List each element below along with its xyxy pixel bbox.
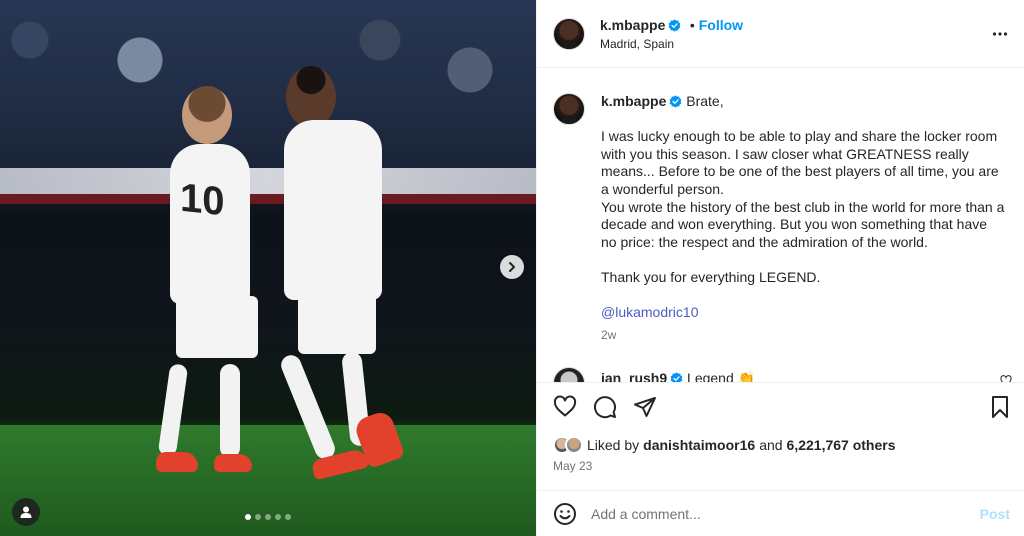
post-actions-bar: Liked by danishtaimoor16 and 6,221,767 o… [537,382,1024,490]
comment-text: Legend 👏 [687,370,756,382]
post-date[interactable]: May 23 [553,459,592,473]
post-location[interactable]: Madrid, Spain [600,37,674,51]
carousel-dot [285,514,291,520]
caption-mention-link[interactable]: @lukamodric10 [601,304,1006,322]
verified-badge-icon [670,95,682,108]
caption-username[interactable]: k.mbappe [601,93,666,109]
player-right [268,62,408,482]
header-separator: • [689,17,695,33]
tagged-users-button[interactable] [12,498,40,526]
more-horizontal-icon [992,32,1008,36]
caption-author-avatar[interactable] [553,93,585,125]
caption-line: Thank you for everything LEGEND. [601,268,821,285]
shirt-number: 10 [180,175,225,225]
player-right-shirt [284,120,382,300]
save-bookmark-icon[interactable] [989,395,1011,419]
liker-avatar[interactable] [565,436,583,454]
player-left-shorts [176,296,258,358]
player-left-shirt [170,144,250,304]
post-media[interactable]: 10 [0,0,536,536]
like-heart-icon[interactable] [553,395,577,419]
caption: k.mbappe Brate, I was lucky enough to be… [601,93,1006,342]
caption-timestamp[interactable]: 2w [601,328,1006,342]
player-left-head [182,86,232,144]
chevron-right-icon [509,262,515,272]
caption-line: Brate, [686,93,724,109]
post-details-panel: k.mbappe • Follow Madrid, Spain k.mbappe … [536,0,1024,536]
player-right-head [286,66,336,128]
carousel-dot [265,514,271,520]
author-avatar[interactable] [553,18,585,50]
author-username[interactable]: k.mbappe [600,17,665,33]
player-left-boot [156,452,198,472]
comments-section[interactable]: k.mbappe Brate, I was lucky enough to be… [537,69,1024,382]
post-header: k.mbappe • Follow Madrid, Spain [537,0,1024,68]
player-left-leg [157,363,189,457]
player-left-leg [220,364,240,458]
emoji-icon[interactable] [553,502,577,526]
post-comment-button[interactable]: Post [980,506,1010,522]
comment-item: ian_rush9 Legend 👏 [601,370,755,382]
carousel-dot [275,514,281,520]
carousel-indicator [245,514,291,520]
caption-line: You wrote the history of the best club i… [601,198,1005,250]
likes-prefix: Liked by [587,437,640,453]
likes-count[interactable]: 6,221,767 others [787,437,896,453]
likes-summary: Liked by danishtaimoor16 and 6,221,767 o… [553,436,896,454]
comment-bubble-icon[interactable] [593,395,617,419]
share-paper-plane-icon[interactable] [633,395,657,419]
carousel-dot [255,514,261,520]
player-left-boot [214,454,252,472]
player-left: 10 [150,78,280,478]
carousel-dot [245,514,251,520]
more-options-button[interactable] [992,26,1008,47]
comment-like-icon[interactable] [1000,375,1012,382]
carousel-next-button[interactable] [500,255,524,279]
comment-avatar[interactable] [553,367,585,382]
verified-badge-icon [669,19,681,32]
liker-username[interactable]: danishtaimoor16 [643,437,755,453]
user-icon [20,506,32,518]
follow-button[interactable]: Follow [699,17,743,33]
player-right-leg [278,352,338,462]
add-comment-bar: Post [537,490,1024,536]
comment-input[interactable] [591,505,961,522]
player-right-shorts [298,294,376,354]
comment-username[interactable]: ian_rush9 [601,370,667,382]
verified-badge-icon [670,372,683,382]
likes-and: and [759,437,783,453]
caption-line: I was lucky enough to be able to play an… [601,128,999,197]
